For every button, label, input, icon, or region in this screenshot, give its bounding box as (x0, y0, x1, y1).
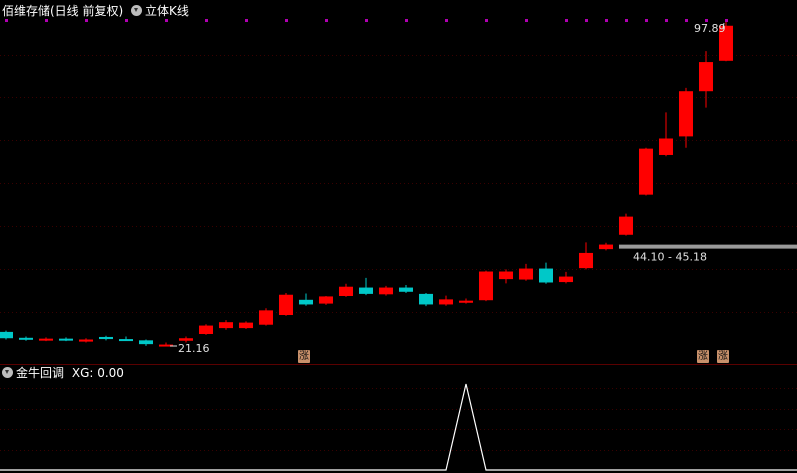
candle-up (479, 271, 493, 301)
candle-up (639, 148, 653, 195)
signal-marker (405, 19, 408, 22)
candle-down (19, 337, 33, 340)
signal-marker (565, 19, 568, 22)
signal-marker (685, 19, 688, 22)
candle-up (599, 244, 613, 250)
sub-chart-header: 金牛回调 XG: 0.00 (2, 366, 124, 380)
candle-down (299, 299, 313, 305)
dropdown-circle-icon[interactable] (131, 5, 143, 16)
zhang-tag-left: 涨 (298, 350, 310, 363)
candle-up (279, 294, 293, 316)
indicator-name: 立体K线 (145, 4, 189, 18)
indicator-grid (0, 388, 797, 451)
signal-marker (5, 19, 8, 22)
candle-up (659, 138, 673, 155)
candle-up (519, 268, 533, 280)
signal-marker (85, 19, 88, 22)
candle-up (379, 287, 393, 295)
candle-up (499, 271, 513, 280)
candle-up (579, 252, 593, 269)
signal-marker (45, 19, 48, 22)
candle-down (99, 336, 113, 340)
low-price-label: 21.16 (178, 342, 210, 355)
signal-marker (285, 19, 288, 22)
xg-line (0, 383, 797, 471)
candle-up (319, 296, 333, 304)
candle-up (259, 310, 273, 325)
candle-up (179, 338, 193, 341)
signal-markers (5, 19, 728, 22)
candle-down (59, 338, 73, 341)
candle-down (419, 293, 433, 305)
sub-indicator-name: 金牛回调 (16, 366, 65, 380)
stock-chart: 97.89 21.16 44.10 - 45.18 (0, 19, 797, 471)
candle-up (679, 91, 693, 137)
candle-up (559, 276, 573, 283)
signal-marker (445, 19, 448, 22)
indicator-selector[interactable]: 立体K线 (131, 4, 189, 18)
candle-down (0, 331, 13, 339)
signal-marker (365, 19, 368, 22)
high-price-label: 97.89 (694, 22, 726, 35)
zhang-tag-right-2: 涨 (717, 350, 729, 363)
signal-marker (325, 19, 328, 22)
range-label: 44.10 - 45.18 (633, 251, 707, 264)
candle-down (539, 268, 553, 283)
signal-marker (245, 19, 248, 22)
signal-marker (645, 19, 648, 22)
chart-header: 佰维存储(日线 前复权) 立体K线 (2, 4, 189, 18)
candle-down (119, 339, 133, 342)
candle-up (619, 216, 633, 235)
signal-marker (585, 19, 588, 22)
candle-up (699, 62, 713, 92)
candle-up (239, 322, 253, 329)
signal-marker (205, 19, 208, 22)
candle-up (439, 299, 453, 305)
signal-marker (485, 19, 488, 22)
sub-indicator-selector[interactable]: 金牛回调 (2, 366, 68, 380)
chart-title: 佰维存储(日线 前复权) (2, 4, 124, 18)
signal-marker (165, 19, 168, 22)
candle-up (339, 286, 353, 297)
candle-down (399, 287, 413, 292)
signal-marker (605, 19, 608, 22)
dropdown-circle-icon[interactable] (2, 367, 13, 378)
signal-marker (625, 19, 628, 22)
signal-marker (665, 19, 668, 22)
candle-up (199, 325, 213, 335)
zhang-tag-right-1: 涨 (697, 350, 709, 363)
candlestick-series (0, 22, 733, 347)
signal-marker (125, 19, 128, 22)
candle-up (79, 339, 93, 342)
xg-value: XG: 0.00 (71, 366, 124, 380)
candle-down (359, 287, 373, 294)
signal-marker (525, 19, 528, 22)
candle-down (139, 340, 153, 345)
price-grid (0, 55, 797, 313)
candle-up (219, 322, 233, 329)
candle-up (459, 300, 473, 303)
candle-up (39, 338, 53, 341)
xg-series (0, 383, 797, 471)
